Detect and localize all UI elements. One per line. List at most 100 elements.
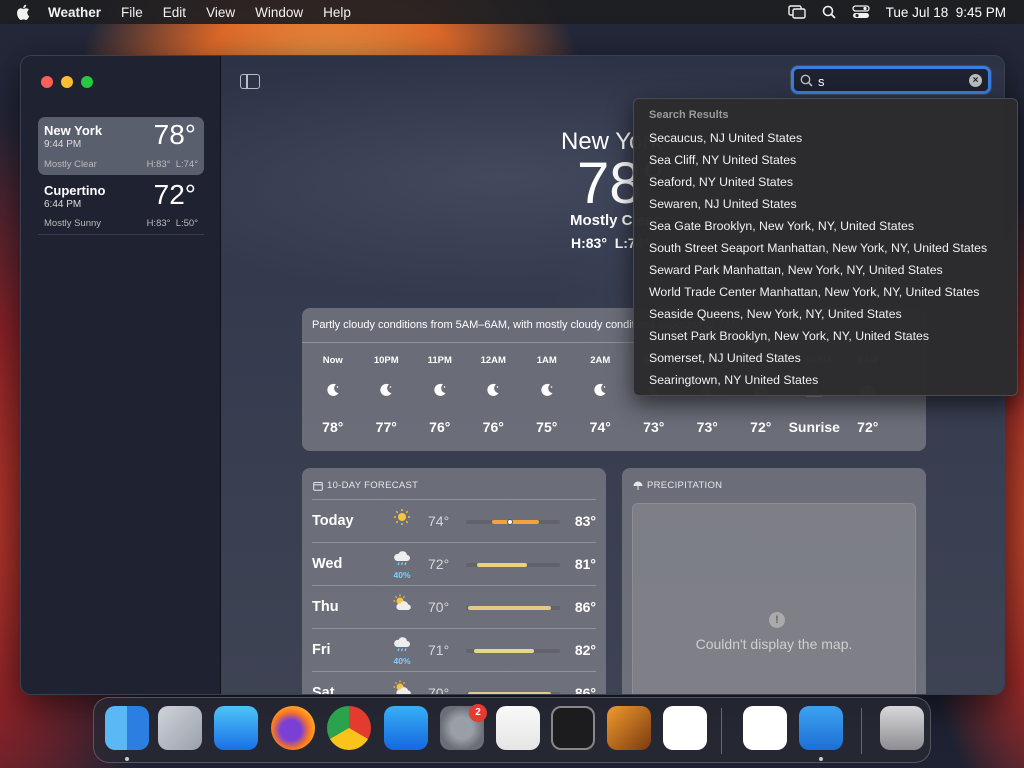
hour-temp: 78° (322, 419, 344, 435)
search-result-item[interactable]: Seaford, NY United States (634, 171, 1017, 193)
search-result-item[interactable]: Sea Gate Brooklyn, New York, NY, United … (634, 215, 1017, 237)
day-name: Sat (312, 685, 335, 695)
hour-temp: 74° (589, 419, 611, 435)
menu-help[interactable]: Help (323, 5, 351, 20)
launchpad-icon[interactable] (158, 706, 202, 750)
search-results-header: Search Results (649, 109, 729, 121)
moon-icon (413, 369, 467, 411)
search-result-item[interactable]: Somerset, NJ United States (634, 347, 1017, 369)
calendar-icon (313, 481, 323, 491)
textedit-icon[interactable] (496, 706, 540, 750)
visual-studio-icon[interactable] (743, 706, 787, 750)
location-temp: 78° (153, 119, 196, 150)
garageband-icon[interactable] (607, 706, 651, 750)
ten-day-forecast-panel: 10-DAY FORECAST Today 74° 83° Wed 40% 72° 81° T… (302, 468, 606, 695)
menu-file[interactable]: File (121, 5, 143, 20)
spotlight-search-icon[interactable] (822, 5, 836, 19)
rain-cloud-icon: 40% (390, 637, 414, 666)
search-result-item[interactable]: Secaucus, NJ United States (634, 127, 1017, 149)
search-result-item[interactable]: Seaside Queens, New York, NY, United Sta… (634, 303, 1017, 325)
clear-search-icon[interactable]: × (969, 74, 982, 87)
day-row[interactable]: Wed 40% 72° 81° (312, 542, 596, 585)
moon-icon (467, 369, 521, 411)
day-row[interactable]: Sat 70° 86° (312, 671, 596, 695)
map-error-message: Couldn't display the map. (695, 636, 853, 652)
ten-day-title: 10-DAY FORECAST (302, 468, 606, 499)
search-result-item[interactable]: Sunset Park Brooklyn, New York, NY, Unit… (634, 325, 1017, 347)
search-input[interactable] (818, 71, 966, 91)
warning-icon: ! (769, 612, 785, 628)
day-high: 86° (574, 599, 596, 615)
minimize-button[interactable] (61, 76, 73, 88)
terminal-icon[interactable] (551, 706, 595, 750)
day-low: 70° (428, 685, 450, 695)
day-low: 72° (428, 556, 450, 572)
precipitation-map[interactable]: ! Couldn't display the map. (632, 503, 916, 694)
sun-icon (390, 508, 414, 531)
search-result-item[interactable]: South Street Seaport Manhattan, New York… (634, 237, 1017, 259)
sidebar-toggle-icon[interactable] (240, 74, 260, 89)
ten-day-title-text: 10-DAY FORECAST (327, 480, 419, 491)
day-low: 70° (428, 599, 450, 615)
day-name: Thu (312, 599, 339, 615)
control-center-icon[interactable] (852, 5, 870, 19)
firefox-icon[interactable] (271, 706, 315, 750)
hour-label: Now (322, 355, 343, 366)
search-icon (800, 74, 813, 87)
notification-badge: 2 (469, 704, 487, 722)
search-field[interactable]: × (791, 66, 991, 94)
close-button[interactable] (41, 76, 53, 88)
temp-range-fill (492, 520, 540, 524)
sidebar: New York 9:44 PM 78° Mostly Clear H:83° … (21, 56, 221, 694)
location-condition: Mostly Sunny (44, 218, 102, 229)
search-result-item[interactable]: Seward Park Manhattan, New York, NY, Uni… (634, 259, 1017, 281)
weather-app-icon[interactable] (799, 706, 843, 750)
hour-temp: 75° (536, 419, 558, 435)
hour-column: 11PM 76° (413, 343, 467, 435)
day-name: Fri (312, 642, 331, 658)
moon-icon (520, 369, 574, 411)
menubar-clock[interactable]: Tue Jul 18 9:45 PM (886, 5, 1006, 20)
dock (93, 697, 931, 763)
search-result-item[interactable]: Sewaren, NJ United States (634, 193, 1017, 215)
hour-temp: Sunrise (788, 419, 840, 435)
current-temp-dot (507, 519, 514, 525)
finder-icon[interactable] (105, 706, 149, 750)
hour-label: 12AM (480, 355, 506, 366)
dock-separator (861, 708, 862, 754)
search-result-item[interactable]: Searingtown, NY United States (634, 369, 1017, 391)
location-condition: Mostly Clear (44, 159, 97, 170)
location-item-cupertino[interactable]: Cupertino 6:44 PM 72° Mostly Sunny H:83°… (38, 177, 204, 235)
hour-temp: 73° (643, 419, 665, 435)
safari-icon[interactable] (214, 706, 258, 750)
temp-range-fill (467, 692, 551, 694)
day-high: 82° (574, 642, 596, 658)
search-result-item[interactable]: World Trade Center Manhattan, New York, … (634, 281, 1017, 303)
precipitation-title-text: PRECIPITATION (647, 480, 723, 491)
day-row[interactable]: Today 74° 83° (312, 499, 596, 542)
search-results-list: Secaucus, NJ United States Sea Cliff, NY … (634, 127, 1017, 391)
menu-window[interactable]: Window (255, 5, 303, 20)
day-low: 71° (428, 642, 450, 658)
location-item-new-york[interactable]: New York 9:44 PM 78° Mostly Clear H:83° … (38, 117, 204, 175)
menu-bar: Weather File Edit View Window Help Tue J… (0, 0, 1024, 24)
apple-menu-icon[interactable] (16, 4, 30, 20)
day-row[interactable]: Thu 70° 86° (312, 585, 596, 628)
app-store-icon[interactable] (384, 706, 428, 750)
menu-edit[interactable]: Edit (163, 5, 186, 20)
search-result-item[interactable]: Sea Cliff, NY United States (634, 149, 1017, 171)
temp-range-bar (466, 692, 560, 694)
hour-temp: 72° (857, 419, 879, 435)
hour-column: 12AM 76° (467, 343, 521, 435)
daily-list: Today 74° 83° Wed 40% 72° 81° Thu 70° 86° Fri 40% 71… (302, 499, 606, 695)
hour-label: 2AM (590, 355, 611, 366)
vscode-icon[interactable] (663, 706, 707, 750)
trash-icon[interactable] (880, 706, 924, 750)
menu-view[interactable]: View (206, 5, 235, 20)
day-row[interactable]: Fri 40% 71° 82° (312, 628, 596, 671)
chrome-icon[interactable] (327, 706, 371, 750)
zoom-button[interactable] (81, 76, 93, 88)
menu-app-weather[interactable]: Weather (48, 5, 101, 20)
sun-cloud-icon (390, 680, 414, 694)
screen-mirroring-icon[interactable] (787, 5, 806, 19)
